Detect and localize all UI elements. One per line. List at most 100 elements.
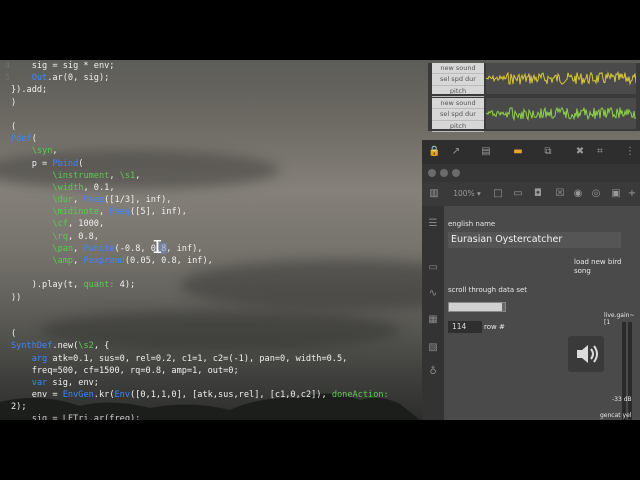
load-new-bird-song-button[interactable]: load new bird song (574, 258, 630, 276)
code-line[interactable]: \rq, 0.8, (0, 231, 420, 243)
code-token: p = (11, 158, 53, 169)
gain-meter[interactable] (628, 322, 632, 420)
comment-icon[interactable]: ▬ (512, 146, 524, 158)
comment-bubble-icon[interactable]: ◘ (532, 188, 544, 200)
object-icon[interactable]: □ (492, 188, 504, 200)
new-sound-label[interactable]: new sound (432, 63, 484, 75)
code-line[interactable] (0, 267, 420, 279)
code-line[interactable]: SynthDef.new(\s2, { (0, 340, 420, 352)
sound-panel: new sound sel spd dur pitch new sound se… (428, 63, 640, 132)
grid-icon[interactable]: ⌗ (594, 146, 606, 158)
code-line[interactable]: \amp, Pexprand(0.05, 0.8, inf), (0, 255, 420, 267)
code-line[interactable]: 4 sig = sig * env; (0, 60, 420, 72)
window-titlebar[interactable] (422, 164, 640, 182)
code-token: atk=0.1, sus=0, rel=0.2, c1=1, c2=(-1), … (47, 353, 348, 364)
code-line[interactable]: 5 Out.ar(0, sig); (0, 72, 420, 84)
english-name-label: english name (448, 220, 496, 228)
code-line[interactable] (0, 316, 420, 328)
code-line[interactable]: )) (0, 292, 420, 304)
code-token: ([0,1,1,0], [atk,sus,rel], [c1,0,c2]), (130, 390, 332, 401)
code-line[interactable]: sig = LFTri.ar(freq); (0, 413, 420, 420)
add-icon[interactable]: + (626, 188, 638, 200)
close-box-icon[interactable]: ☒ (554, 188, 566, 200)
edit-icon[interactable]: ↗ (450, 146, 462, 158)
code-line[interactable]: Pdef( (0, 133, 420, 145)
code-token: Pbind (52, 158, 79, 169)
code-line[interactable]: ).play(t, quant: 4); (0, 279, 420, 291)
toggle-icon[interactable]: ◉ (572, 188, 584, 200)
code-token: Out (31, 73, 48, 84)
code-line[interactable]: p = Pbind( (0, 158, 420, 170)
audio-icon[interactable]: ∿ (427, 288, 439, 300)
code-text: \cf, 1000, (11, 218, 104, 230)
speaker-icon[interactable] (568, 336, 604, 372)
menu-icon[interactable]: ☰ (427, 218, 439, 230)
zoom-window-icon[interactable] (452, 169, 460, 177)
code-line[interactable]: ( (0, 328, 420, 340)
code-token: .kr( (93, 390, 115, 401)
code-token: , (73, 256, 84, 266)
code-line[interactable]: \syn, (0, 145, 420, 157)
code-token: 4); (114, 280, 136, 291)
message-icon[interactable]: ▭ (512, 188, 524, 200)
code-token: \rq (52, 231, 68, 242)
code-editor[interactable]: 4 sig = sig * env; 5 Out.ar(0, sig);}).ad… (0, 60, 420, 420)
slider-fill (449, 303, 503, 311)
code-line[interactable] (0, 109, 420, 121)
code-token: }).add; (11, 85, 48, 96)
waveform-display[interactable] (486, 98, 636, 129)
button-icon[interactable]: ◎ (590, 188, 602, 200)
code-line[interactable]: arg atk=0.1, sus=0, rel=0.2, c1=1, c2=(-… (0, 353, 420, 365)
new-sound-label[interactable]: new sound (432, 98, 484, 110)
pitch-label[interactable]: pitch (432, 86, 484, 97)
code-line[interactable]: \dur, Pseq([1/3], inf), (0, 194, 420, 206)
table-icon[interactable]: ▦ (427, 314, 439, 326)
code-line[interactable]: \midinote, Pseq([5], inf), (0, 206, 420, 218)
code-text: \amp, Pexprand(0.05, 0.8, inf), (11, 255, 212, 267)
sidebar-toggle-icon[interactable]: ▥ (428, 188, 440, 200)
gain-meter[interactable] (622, 322, 626, 420)
sound-row-labels[interactable]: new sound sel spd dur pitch (432, 63, 484, 97)
code-line[interactable]: ) (0, 97, 420, 109)
waveform-display[interactable] (486, 63, 636, 94)
link-icon[interactable]: ♁ (427, 366, 439, 378)
windows-icon[interactable]: ⧉ (542, 146, 554, 158)
code-line[interactable] (0, 304, 420, 316)
bird-name-field[interactable]: Eurasian Oystercatcher (448, 232, 621, 248)
sel-spd-dur-label[interactable]: sel spd dur (432, 109, 484, 121)
sound-row: new sound sel spd dur pitch (432, 63, 636, 97)
code-line[interactable]: ( (0, 121, 420, 133)
image-icon[interactable]: ▣ (610, 188, 622, 200)
lock-icon[interactable]: 🔒 (428, 146, 440, 158)
patcher-icon[interactable]: ▤ (480, 146, 492, 158)
row-number-box[interactable]: 114 (448, 321, 482, 333)
debug-icon[interactable]: ✖ (574, 146, 586, 158)
code-text: \instrument, \s1, (11, 170, 140, 182)
code-token: sig, env; (47, 377, 99, 388)
code-line[interactable]: freq=500, cf=1500, rq=0.8, amp=1, out=0; (0, 365, 420, 377)
close-window-icon[interactable] (428, 169, 436, 177)
sound-row-labels[interactable]: new sound sel spd dur pitch (432, 98, 484, 132)
code-token: , 0.8, (67, 231, 99, 242)
panel-icon[interactable]: ▭ (427, 262, 439, 274)
code-line[interactable]: env = EnvGen.kr(Env([0,1,1,0], [atk,sus,… (0, 389, 420, 401)
code-line[interactable]: \width, 0.1, (0, 182, 420, 194)
code-line[interactable]: \instrument, \s1, (0, 170, 420, 182)
data-set-slider[interactable] (448, 302, 506, 312)
patcher-canvas[interactable]: english name Eurasian Oystercatcher load… (444, 206, 640, 420)
pitch-label[interactable]: pitch (432, 121, 484, 132)
code-line[interactable]: \pan, Pwhite(-0.8, 0.8, inf), (0, 243, 420, 255)
picture-icon[interactable]: ▧ (427, 342, 439, 354)
code-line[interactable]: var sig, env; (0, 377, 420, 389)
code-line[interactable]: }).add; (0, 84, 420, 96)
zoom-select[interactable]: 100% ▾ (450, 188, 484, 200)
sel-spd-dur-label[interactable]: sel spd dur (432, 74, 484, 86)
code-token: sig = sig * env; (11, 61, 115, 71)
more-icon[interactable]: ⋮ (624, 146, 636, 158)
code-line[interactable]: \cf, 1000, (0, 218, 420, 230)
code-token: , (73, 195, 84, 206)
code-line[interactable]: 2); (0, 401, 420, 413)
bottom-label: gencat yel (600, 412, 632, 419)
minimize-window-icon[interactable] (440, 169, 448, 177)
